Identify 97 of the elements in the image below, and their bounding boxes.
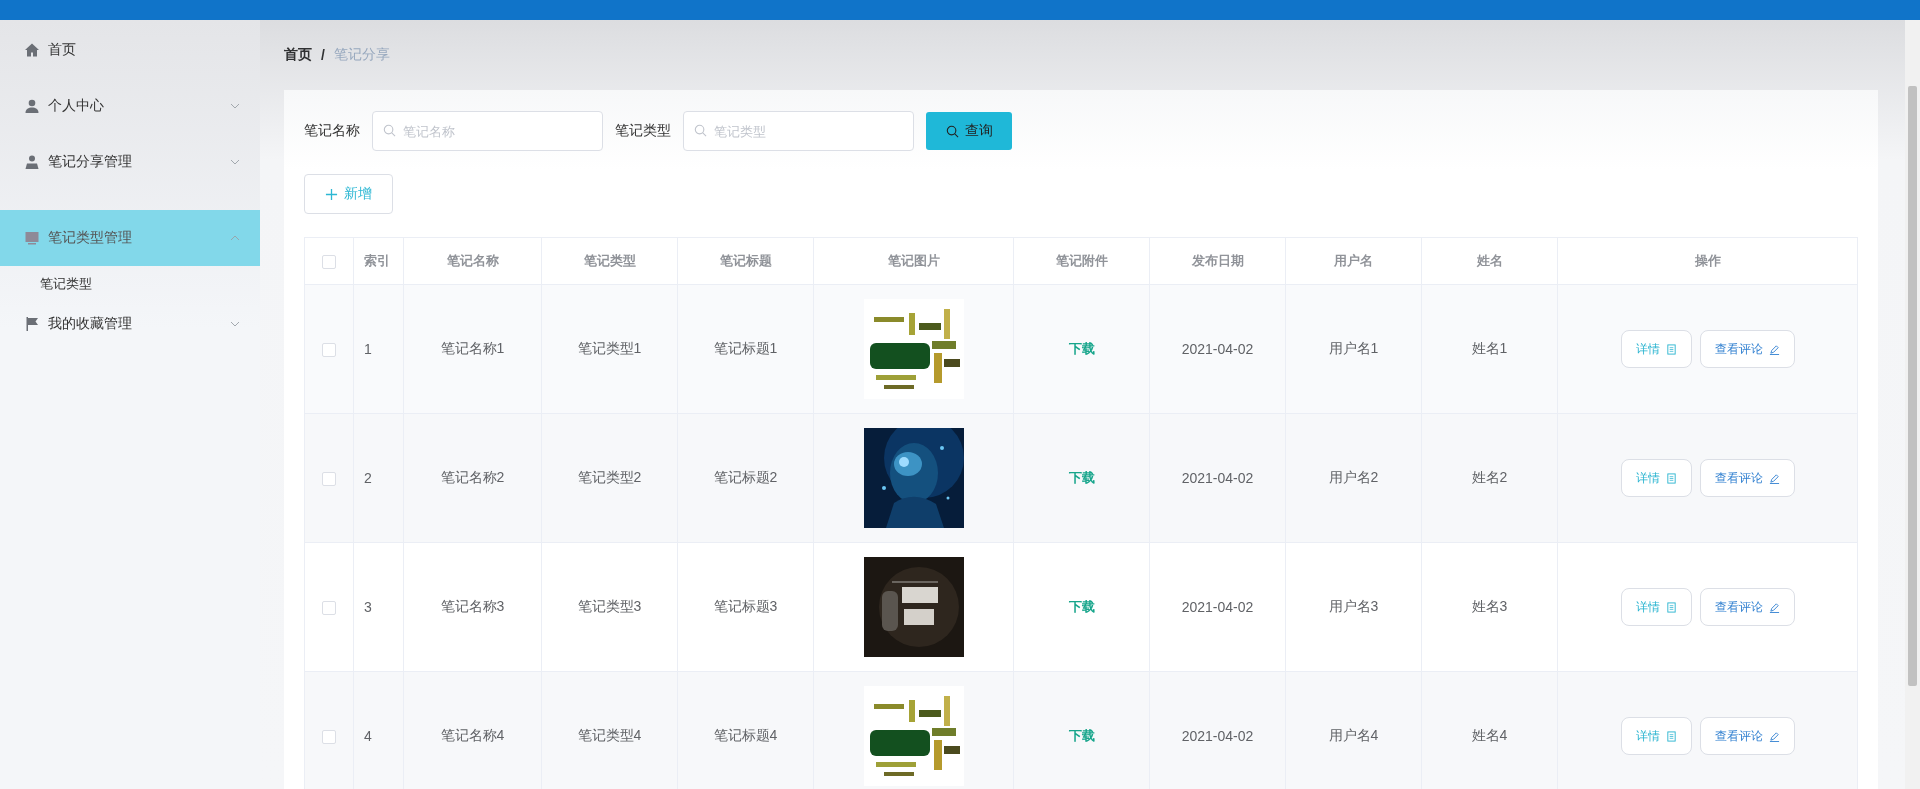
table-cell: 2021-04-02: [1149, 413, 1286, 543]
breadcrumb-item: 笔记分享: [333, 46, 390, 64]
checkbox[interactable]: [322, 472, 336, 487]
pencil-icon: [1768, 730, 1780, 742]
plus-icon: [325, 187, 338, 201]
breadcrumb-item[interactable]: 首页: [284, 46, 312, 64]
comments-button[interactable]: 查看评论: [1699, 459, 1795, 497]
sidebar-item-label: 我的收藏管理: [48, 315, 133, 333]
table-cell: 笔记标题2: [677, 413, 814, 543]
column-header: 用户名: [1285, 237, 1422, 285]
column-header: 笔记图片: [813, 237, 1014, 285]
download-link[interactable]: 下载: [1068, 341, 1095, 356]
document-icon: [1665, 730, 1677, 742]
home-icon: [24, 42, 40, 58]
document-icon: [1665, 343, 1677, 355]
table-cell: 2021-04-02: [1149, 542, 1286, 672]
comments-button[interactable]: 查看评论: [1699, 717, 1795, 755]
chevron-icon: [230, 235, 240, 241]
details-button[interactable]: 详情: [1620, 330, 1692, 368]
table-cell: 姓名1: [1421, 284, 1558, 414]
document-icon: [1665, 472, 1677, 484]
pencil-icon: [1768, 343, 1780, 355]
column-header: 操作: [1557, 237, 1858, 285]
column-header: 笔记标题: [677, 237, 814, 285]
search-field[interactable]: 笔记类型: [683, 111, 914, 151]
breadcrumb-separator: /: [321, 47, 325, 63]
sidebar-item-label: 笔记分享管理: [48, 153, 133, 171]
sidebar-item[interactable]: 个人中心: [0, 78, 260, 134]
checkbox[interactable]: [322, 601, 336, 616]
table-cell: 1: [353, 284, 404, 414]
user-icon: [24, 154, 40, 170]
pencil-icon: [1768, 601, 1780, 613]
document-icon: [1665, 601, 1677, 613]
table-cell: 笔记名称2: [403, 413, 542, 543]
sidebar-item[interactable]: 笔记分享管理: [0, 134, 260, 190]
user-icon: [24, 98, 40, 114]
download-link[interactable]: 下载: [1068, 599, 1095, 614]
submenu-item[interactable]: 笔记类型: [0, 266, 260, 302]
table-cell: 用户名1: [1285, 284, 1422, 414]
sidebar-item[interactable]: 笔记类型管理: [0, 210, 260, 266]
pencil-icon: [1768, 472, 1780, 484]
details-button[interactable]: 详情: [1620, 717, 1692, 755]
table-cell: 2: [353, 413, 404, 543]
details-button[interactable]: 详情: [1620, 459, 1692, 497]
table-cell: 笔记标题3: [677, 542, 814, 672]
column-header: 笔记名称: [403, 237, 542, 285]
table-cell: 笔记类型1: [541, 284, 678, 414]
table-cell: 姓名2: [1421, 413, 1558, 543]
search-button[interactable]: 查询: [926, 112, 1012, 150]
sidebar-item[interactable]: 我的收藏管理: [0, 302, 260, 346]
search-icon: [945, 124, 959, 138]
table-cell: 姓名4: [1421, 671, 1558, 789]
sidebar-item-label: 首页: [48, 41, 77, 59]
sidebar-item[interactable]: 首页: [0, 22, 260, 78]
table-cell: 笔记类型2: [541, 413, 678, 543]
checkbox[interactable]: [322, 343, 336, 358]
download-link[interactable]: 下载: [1068, 728, 1095, 743]
table-cell: 笔记标题4: [677, 671, 814, 789]
column-header: 笔记类型: [541, 237, 678, 285]
field-label: 笔记类型: [615, 122, 671, 140]
table-cell: 2021-04-02: [1149, 284, 1286, 414]
details-button[interactable]: 详情: [1620, 588, 1692, 626]
checkbox[interactable]: [322, 254, 336, 269]
sidebar-item-label: 笔记类型管理: [48, 229, 133, 247]
field-label: 笔记名称: [304, 122, 360, 140]
table-cell: 笔记名称1: [403, 284, 542, 414]
monitor-icon: [24, 230, 40, 246]
download-link[interactable]: 下载: [1068, 470, 1095, 485]
table-cell: 用户名3: [1285, 542, 1422, 672]
scrollbar-thumb[interactable]: [1908, 86, 1917, 686]
table-cell: 笔记名称3: [403, 542, 542, 672]
table-cell: 2021-04-02: [1149, 671, 1286, 789]
search-icon: [383, 124, 396, 137]
table-cell: 用户名4: [1285, 671, 1422, 789]
flag-icon: [24, 316, 40, 332]
table-cell: 笔记标题1: [677, 284, 814, 414]
table-cell: 笔记类型4: [541, 671, 678, 789]
column-header: 索引: [353, 237, 404, 285]
column-header: 姓名: [1421, 237, 1558, 285]
table-cell: 笔记名称4: [403, 671, 542, 789]
search-field[interactable]: 笔记名称: [372, 111, 603, 151]
add-button[interactable]: 新增: [304, 174, 393, 214]
table-cell: 笔记类型3: [541, 542, 678, 672]
chevron-icon: [230, 321, 240, 327]
chevron-icon: [230, 103, 240, 109]
comments-button[interactable]: 查看评论: [1699, 330, 1795, 368]
table-cell: 姓名3: [1421, 542, 1558, 672]
table-cell: 4: [353, 671, 404, 789]
table-cell: 3: [353, 542, 404, 672]
column-header: 发布日期: [1149, 237, 1286, 285]
search-icon: [694, 124, 707, 137]
column-header: 笔记附件: [1013, 237, 1150, 285]
sidebar-item-label: 个人中心: [48, 97, 105, 115]
checkbox[interactable]: [322, 730, 336, 745]
chevron-icon: [230, 159, 240, 165]
comments-button[interactable]: 查看评论: [1699, 588, 1795, 626]
table-cell: 用户名2: [1285, 413, 1422, 543]
